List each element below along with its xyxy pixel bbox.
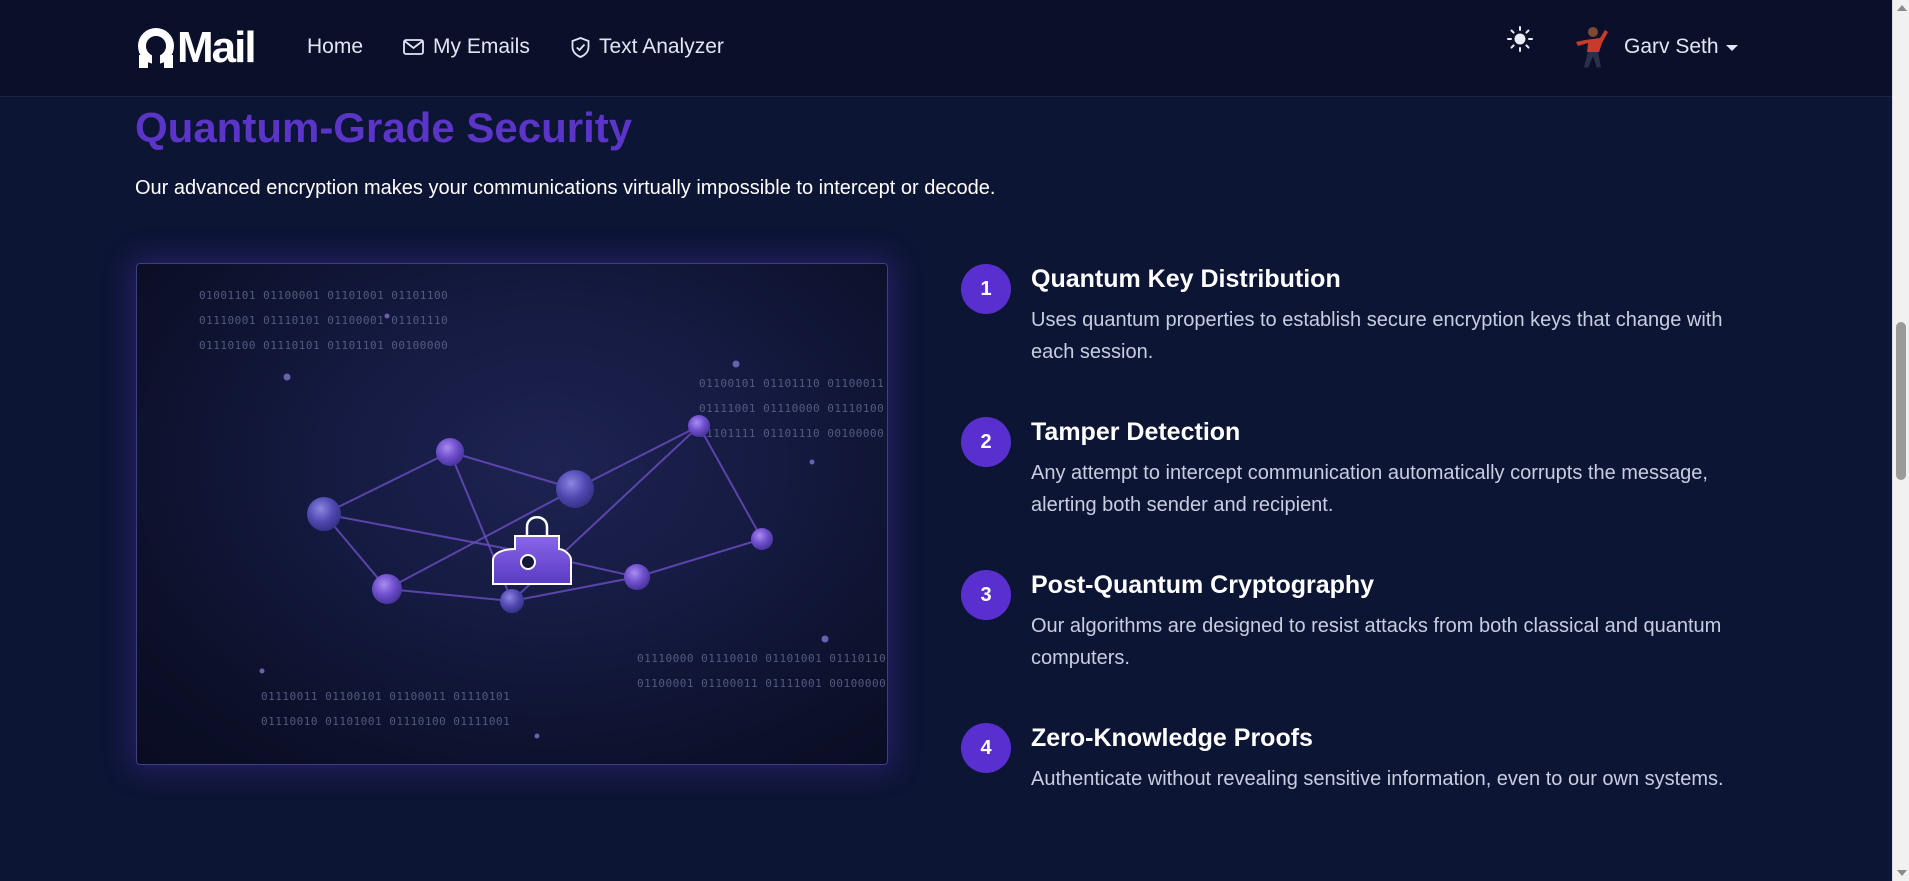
nav-my-emails-link[interactable]: My Emails bbox=[403, 32, 530, 62]
scroll-thumb[interactable] bbox=[1896, 322, 1906, 480]
feature-title: Quantum Key Distribution bbox=[1031, 265, 1341, 293]
binary-line: 01110011 01100101 01100011 01110101 bbox=[261, 690, 510, 703]
navbar: Mail Home My Emails Text Analyzer Garv S… bbox=[0, 0, 1892, 97]
scroll-down-arrow-icon[interactable] bbox=[1897, 870, 1907, 876]
binary-line: 01110001 01110101 01100001 01101110 bbox=[199, 314, 448, 327]
nav-text-analyzer-link[interactable]: Text Analyzer bbox=[571, 32, 724, 62]
binary-line: 01111001 01110000 01110100 01101001 bbox=[699, 402, 888, 415]
user-menu-dropdown[interactable]: Garv Seth bbox=[1572, 24, 1738, 70]
feature-title: Tamper Detection bbox=[1031, 418, 1241, 446]
binary-block-top-left: 01001101 01100001 01101001 01101100 0111… bbox=[199, 289, 448, 352]
shield-check-icon bbox=[571, 36, 590, 58]
user-name: Garv Seth bbox=[1624, 35, 1719, 58]
binary-line: 01100101 01101110 01100011 01110010 bbox=[699, 377, 888, 390]
feature-title: Zero-Knowledge Proofs bbox=[1031, 724, 1313, 752]
binary-line: 01101111 01101110 00100000 01110011 bbox=[699, 427, 888, 440]
feature-description: Any attempt to intercept communication a… bbox=[1031, 462, 1708, 516]
feature-item: 3 Post-Quantum Cryptography Our algorith… bbox=[961, 570, 1761, 710]
nav-my-emails-label: My Emails bbox=[433, 35, 530, 58]
binary-line: 01100001 01100011 01111001 00100000 bbox=[637, 677, 886, 690]
nav-home-label: Home bbox=[307, 35, 364, 58]
feature-item: 4 Zero-Knowledge Proofs Authenticate wit… bbox=[961, 723, 1761, 863]
binary-block-bottom-left: 01110011 01100101 01100011 01110101 0111… bbox=[261, 690, 510, 728]
section-subtitle: Our advanced encryption makes your commu… bbox=[135, 177, 996, 199]
binary-line: 01110010 01101001 01110100 01111001 bbox=[261, 715, 510, 728]
binary-block-right: 01100101 01101110 01100011 01110010 0111… bbox=[699, 377, 888, 440]
feature-description: Our algorithms are designed to resist at… bbox=[1031, 615, 1722, 669]
quantum-network-illustration: 01001101 01100001 01101001 01101100 0111… bbox=[136, 263, 888, 765]
section-title: Quantum-Grade Security bbox=[135, 104, 633, 151]
logo-text: Mail bbox=[177, 23, 257, 72]
feature-number-badge: 4 bbox=[961, 723, 1011, 773]
feature-number-badge: 1 bbox=[961, 264, 1011, 314]
binary-block-bottom-right: 01110000 01110010 01101001 01110110 0110… bbox=[637, 652, 886, 690]
nav-home-link[interactable]: Home bbox=[307, 32, 363, 62]
logo[interactable]: Mail bbox=[135, 23, 257, 72]
logo-mark-icon bbox=[138, 28, 174, 68]
feature-number-badge: 2 bbox=[961, 417, 1011, 467]
feature-description: Uses quantum properties to establish sec… bbox=[1031, 309, 1723, 363]
feature-item: 2 Tamper Detection Any attempt to interc… bbox=[961, 417, 1761, 557]
feature-number-badge: 3 bbox=[961, 570, 1011, 620]
network-graph: 01001101 01100001 01101001 01101100 0111… bbox=[199, 289, 888, 739]
envelope-icon bbox=[403, 39, 424, 55]
feature-title: Post-Quantum Cryptography bbox=[1031, 571, 1375, 599]
feature-item: 1 Quantum Key Distribution Uses quantum … bbox=[961, 264, 1761, 404]
binary-line: 01110000 01110010 01101001 01110110 bbox=[637, 652, 886, 665]
vertical-scrollbar[interactable] bbox=[1892, 0, 1909, 881]
sun-icon bbox=[1507, 26, 1533, 52]
theme-toggle-button[interactable] bbox=[1505, 24, 1535, 54]
binary-line: 01001101 01100001 01101001 01101100 bbox=[199, 289, 448, 302]
avatar bbox=[1576, 27, 1608, 68]
feature-description: Authenticate without revealing sensitive… bbox=[1031, 768, 1724, 790]
scroll-up-arrow-icon[interactable] bbox=[1897, 5, 1907, 11]
binary-line: 01110100 01110101 01101101 00100000 bbox=[199, 339, 448, 352]
chevron-down-icon bbox=[1725, 45, 1738, 51]
nav-text-analyzer-label: Text Analyzer bbox=[599, 35, 724, 58]
